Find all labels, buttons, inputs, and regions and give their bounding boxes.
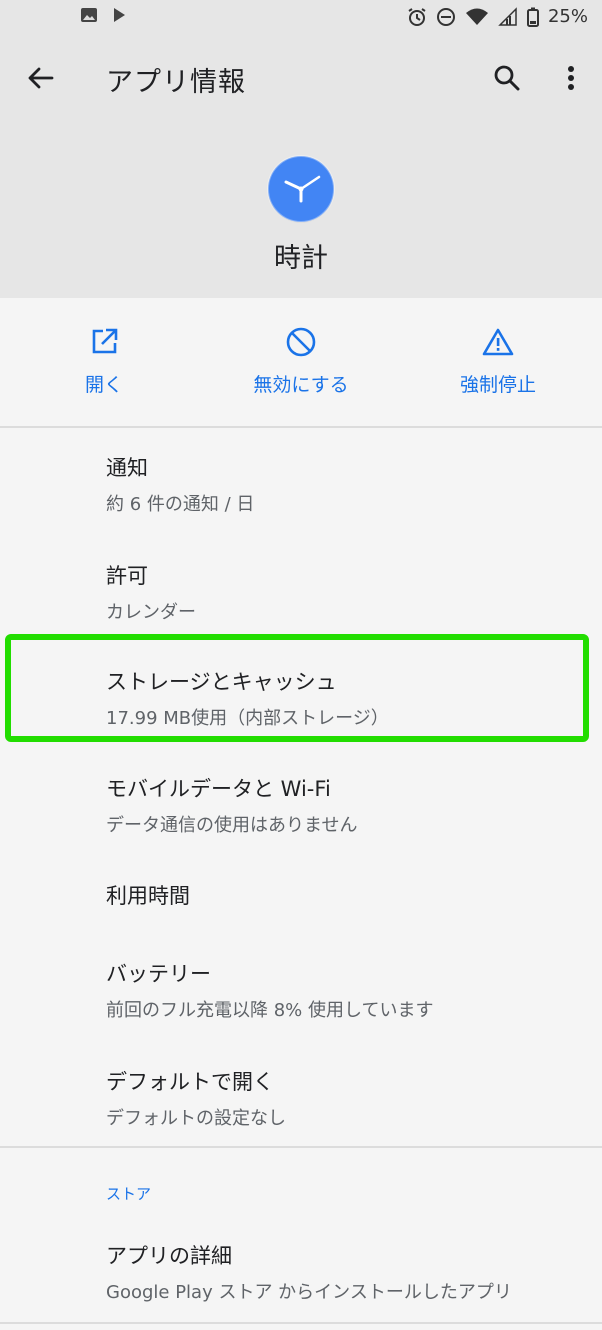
- battery-item[interactable]: バッテリー 前回のフル充電以降 8% 使用しています: [106, 958, 576, 1022]
- item-subtitle: Google Play ストア からインストールしたアプリ: [106, 1282, 512, 1303]
- open-by-default-item[interactable]: デフォルトで開く デフォルトの設定なし: [106, 1066, 576, 1130]
- item-title: デフォルトで開く: [106, 1070, 274, 1094]
- open-label: 開く: [84, 374, 123, 396]
- battery-percent: 25%: [547, 6, 588, 27]
- back-button[interactable]: [22, 60, 58, 96]
- dnd-icon: [436, 7, 456, 27]
- open-in-new-icon: [92, 328, 118, 354]
- image-icon: [80, 7, 98, 23]
- app-details-item[interactable]: アプリの詳細 Google Play ストア からインストールしたアプリ: [106, 1240, 576, 1304]
- force-stop-button[interactable]: 強制停止: [408, 324, 588, 397]
- item-subtitle: デフォルトの設定なし: [106, 1108, 286, 1129]
- notifications-item[interactable]: 通知 約 6 件の通知 / 日: [106, 452, 576, 516]
- item-title: ストレージとキャッシュ: [106, 670, 337, 694]
- warning-icon: [482, 328, 514, 356]
- search-icon: [494, 65, 520, 91]
- item-title: アプリの詳細: [106, 1244, 232, 1268]
- page-title: アプリ情報: [106, 67, 246, 98]
- item-title: バッテリー: [106, 962, 211, 986]
- more-options-button[interactable]: [553, 60, 589, 96]
- force-stop-label: 強制停止: [459, 374, 536, 396]
- divider: [0, 426, 602, 428]
- item-subtitle: カレンダー: [106, 602, 196, 623]
- item-subtitle: 前回のフル充電以降 8% 使用しています: [106, 1000, 434, 1021]
- wifi-icon: [465, 7, 489, 27]
- battery-icon: [526, 7, 539, 27]
- signal-icon: [498, 6, 518, 27]
- mobile-data-wifi-item[interactable]: モバイルデータと Wi-Fi データ通信の使用はありません: [106, 773, 576, 837]
- storage-cache-item[interactable]: ストレージとキャッシュ 17.99 MB使用（内部ストレージ）: [106, 666, 576, 730]
- block-icon: [286, 327, 316, 357]
- play-icon: [112, 7, 126, 23]
- action-row: 開く 無効にする 強制停止: [0, 298, 602, 426]
- status-bar: 25%: [0, 0, 602, 36]
- screen-time-item[interactable]: 利用時間: [106, 880, 576, 910]
- permissions-item[interactable]: 許可 カレンダー: [106, 560, 576, 624]
- item-title: 通知: [106, 456, 148, 480]
- disable-button[interactable]: 無効にする: [211, 324, 391, 397]
- divider: [0, 1322, 602, 1324]
- item-subtitle: 17.99 MB使用（内部ストレージ）: [106, 708, 389, 729]
- item-subtitle: 約 6 件の通知 / 日: [106, 494, 255, 515]
- item-title: 許可: [106, 564, 148, 588]
- item-title: 利用時間: [106, 884, 190, 908]
- search-button[interactable]: [489, 60, 525, 96]
- back-arrow-icon: [28, 67, 54, 89]
- divider: [0, 1146, 602, 1148]
- clock-app-icon: [266, 154, 336, 224]
- app-name: 時計: [274, 243, 328, 274]
- item-title: モバイルデータと Wi-Fi: [106, 777, 331, 801]
- app-bar: アプリ情報: [0, 48, 602, 108]
- more-vert-icon: [568, 66, 574, 90]
- alarm-icon: [407, 7, 427, 27]
- disable-label: 無効にする: [253, 374, 349, 396]
- open-button[interactable]: 開く: [14, 324, 194, 397]
- store-section-header: ストア: [106, 1185, 152, 1203]
- item-subtitle: データ通信の使用はありません: [106, 815, 358, 836]
